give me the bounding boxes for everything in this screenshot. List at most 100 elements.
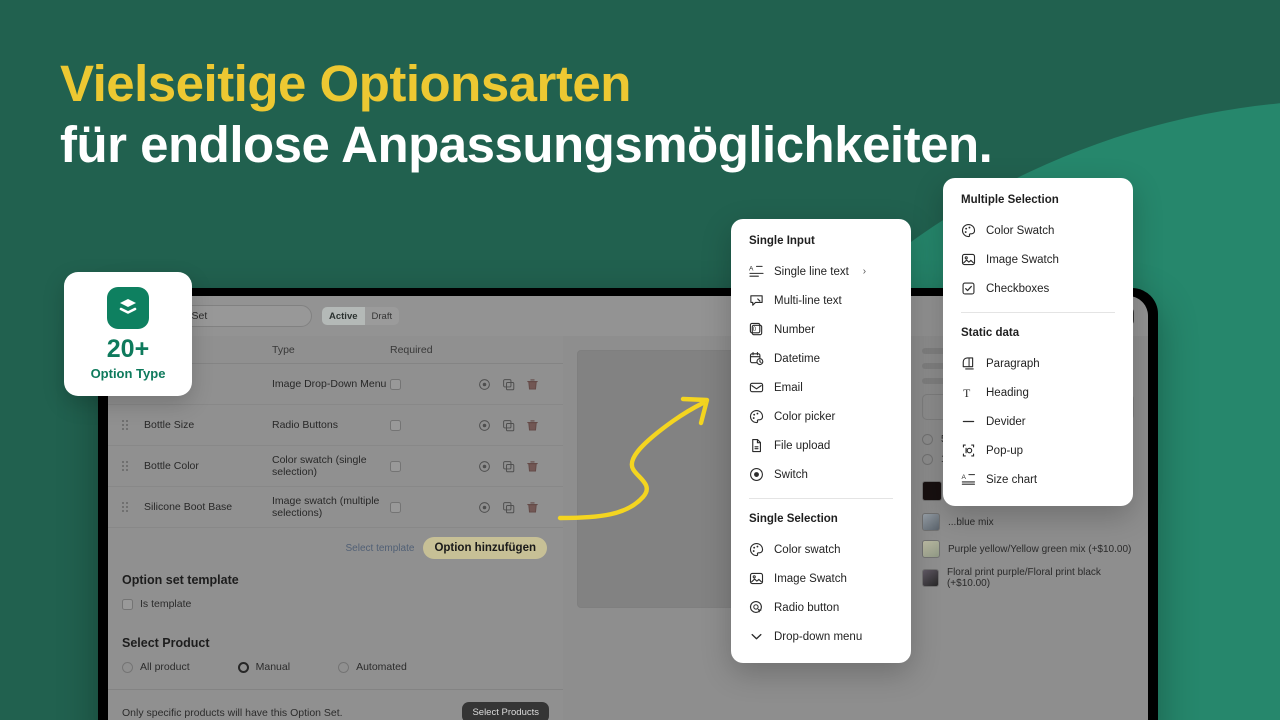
select-products-button[interactable]: Select Products — [462, 702, 549, 720]
switch-icon — [749, 467, 764, 482]
drag-handle-icon[interactable] — [122, 420, 144, 430]
menu-item-color-picker[interactable]: Color picker — [731, 402, 911, 431]
menu-item-image-swatch[interactable]: Image Swatch — [731, 564, 911, 593]
single-line-text-icon: A — [749, 264, 764, 279]
delete-icon[interactable] — [526, 378, 539, 391]
menu-item-email[interactable]: Email — [731, 373, 911, 402]
image-swatch-option[interactable]: Floral print purple/Floral print black (… — [922, 567, 1134, 589]
product-scope-option[interactable]: Manual — [237, 661, 291, 673]
menu-item-label: Multi-line text — [774, 294, 842, 307]
email-icon — [749, 380, 764, 395]
palette-icon — [749, 409, 764, 424]
duplicate-icon[interactable] — [502, 378, 515, 391]
menu-item-label: Switch — [774, 468, 808, 481]
add-option-button[interactable]: Option hinzufügen — [423, 537, 547, 559]
option-type: Image Drop-Down Menu — [272, 378, 387, 390]
radio-indicator[interactable] — [122, 661, 133, 673]
required-checkbox[interactable] — [390, 378, 401, 390]
menu-item-size-chart[interactable]: A Size chart — [943, 465, 1133, 494]
delete-icon[interactable] — [526, 419, 539, 432]
menu-item-label: Color swatch — [774, 543, 841, 556]
duplicate-icon[interactable] — [502, 419, 515, 432]
divider-icon — [961, 414, 976, 429]
required-cell[interactable] — [390, 378, 468, 390]
menu-item-heading[interactable]: T Heading — [943, 378, 1133, 407]
required-cell[interactable] — [390, 460, 468, 472]
product-scope-option[interactable]: Automated — [338, 661, 407, 673]
menu-item-color-swatch[interactable]: Color Swatch — [943, 216, 1133, 245]
radio-indicator[interactable] — [922, 434, 933, 445]
headline-line-1: Vielseitige Optionsarten — [60, 55, 631, 112]
required-checkbox[interactable] — [390, 419, 401, 431]
datetime-icon — [749, 351, 764, 366]
duplicate-icon[interactable] — [502, 501, 515, 514]
option-type-menu-primary[interactable]: Single Input A Single line text › Multi-line… — [731, 219, 911, 663]
option-type: Radio Buttons — [272, 419, 338, 431]
image-swatch-thumb[interactable] — [922, 569, 939, 587]
menu-item-switch[interactable]: Switch — [731, 460, 911, 489]
required-checkbox[interactable] — [390, 460, 401, 472]
color-swatch[interactable] — [922, 481, 942, 501]
image-swatch-thumb[interactable] — [922, 513, 940, 531]
preview-icon[interactable] — [478, 419, 491, 432]
svg-text:T: T — [963, 387, 970, 400]
menu-item-number[interactable]: 0 Number — [731, 315, 911, 344]
menu-item-label: Email — [774, 381, 803, 394]
option-type-badge: 20+ Option Type — [64, 272, 192, 396]
status-active[interactable]: Active — [322, 307, 365, 325]
option-type: Image swatch (multiple selections) — [272, 495, 380, 519]
radio-indicator[interactable] — [338, 661, 350, 673]
image-swatch-list[interactable]: ...blue mix Purple yellow/Yellow green mi… — [922, 513, 1134, 589]
image-swatch-option[interactable]: ...blue mix — [922, 513, 1134, 531]
required-cell[interactable] — [390, 419, 468, 431]
radio-indicator[interactable] — [237, 661, 249, 673]
status-draft[interactable]: Draft — [364, 307, 400, 325]
product-scope-option[interactable]: All product — [122, 661, 190, 673]
image-swatch-option[interactable]: Purple yellow/Yellow green mix (+$10.00) — [922, 540, 1134, 558]
menu-item-pop-up[interactable]: Pop-up — [943, 436, 1133, 465]
page-title: Vielseitige Optionsarten für endlose Anp… — [60, 55, 993, 170]
radio-indicator[interactable] — [922, 454, 933, 465]
status-toggle[interactable]: Active Draft — [322, 307, 400, 325]
product-scope-radios[interactable]: All product Manual Automated — [122, 661, 549, 673]
menu-item-label: Size chart — [986, 473, 1038, 486]
menu-item-single-line-text[interactable]: A Single line text › — [731, 257, 911, 286]
menu-item-image-swatch[interactable]: Image Swatch — [943, 245, 1133, 274]
table-row[interactable]: Bottle Size Radio Buttons — [108, 405, 563, 446]
product-note: Only specific products will have this Op… — [122, 706, 343, 719]
menu-item-label: Image Swatch — [986, 253, 1059, 266]
is-template-checkbox-row[interactable]: Is template — [122, 598, 549, 610]
menu-item-multi-line-text[interactable]: Multi-line text — [731, 286, 911, 315]
is-template-checkbox[interactable] — [122, 598, 133, 610]
delete-icon[interactable] — [526, 460, 539, 473]
preview-icon[interactable] — [478, 378, 491, 391]
table-row[interactable]: Bottle Color Color swatch (single selecti… — [108, 446, 563, 487]
table-row[interactable]: Silicone Boot Base Image swatch (multiple… — [108, 487, 563, 528]
required-cell[interactable] — [390, 501, 468, 513]
menu-item-devider[interactable]: Devider — [943, 407, 1133, 436]
menu-item-color-swatch[interactable]: Color swatch — [731, 535, 911, 564]
menu-item-label: Single line text — [774, 265, 849, 278]
menu-item-paragraph[interactable]: Paragraph — [943, 349, 1133, 378]
drag-handle-icon[interactable] — [122, 461, 144, 471]
menu-item-drop-down-menu[interactable]: Drop-down menu — [731, 622, 911, 651]
image-swatch-label: ...blue mix — [948, 516, 994, 528]
image-swatch-thumb[interactable] — [922, 540, 940, 558]
required-checkbox[interactable] — [390, 501, 401, 513]
duplicate-icon[interactable] — [502, 460, 515, 473]
preview-icon[interactable] — [478, 460, 491, 473]
preview-icon[interactable] — [478, 501, 491, 514]
delete-icon[interactable] — [526, 501, 539, 514]
svg-text:0: 0 — [753, 326, 757, 333]
is-template-label: Is template — [140, 598, 192, 610]
menu-item-checkboxes[interactable]: Checkboxes — [943, 274, 1133, 303]
menu-item-label: Devider — [986, 415, 1026, 428]
drag-handle-icon[interactable] — [122, 502, 144, 512]
select-template-link[interactable]: Select template — [346, 543, 415, 554]
menu-item-file-upload[interactable]: File upload — [731, 431, 911, 460]
menu-item-radio-button[interactable]: Radio button — [731, 593, 911, 622]
radio-label: Manual — [255, 661, 291, 673]
option-type-menu-secondary[interactable]: Multiple Selection Color Swatch Image Swat… — [943, 178, 1133, 506]
layers-stack-icon — [107, 287, 149, 329]
menu-item-datetime[interactable]: Datetime — [731, 344, 911, 373]
